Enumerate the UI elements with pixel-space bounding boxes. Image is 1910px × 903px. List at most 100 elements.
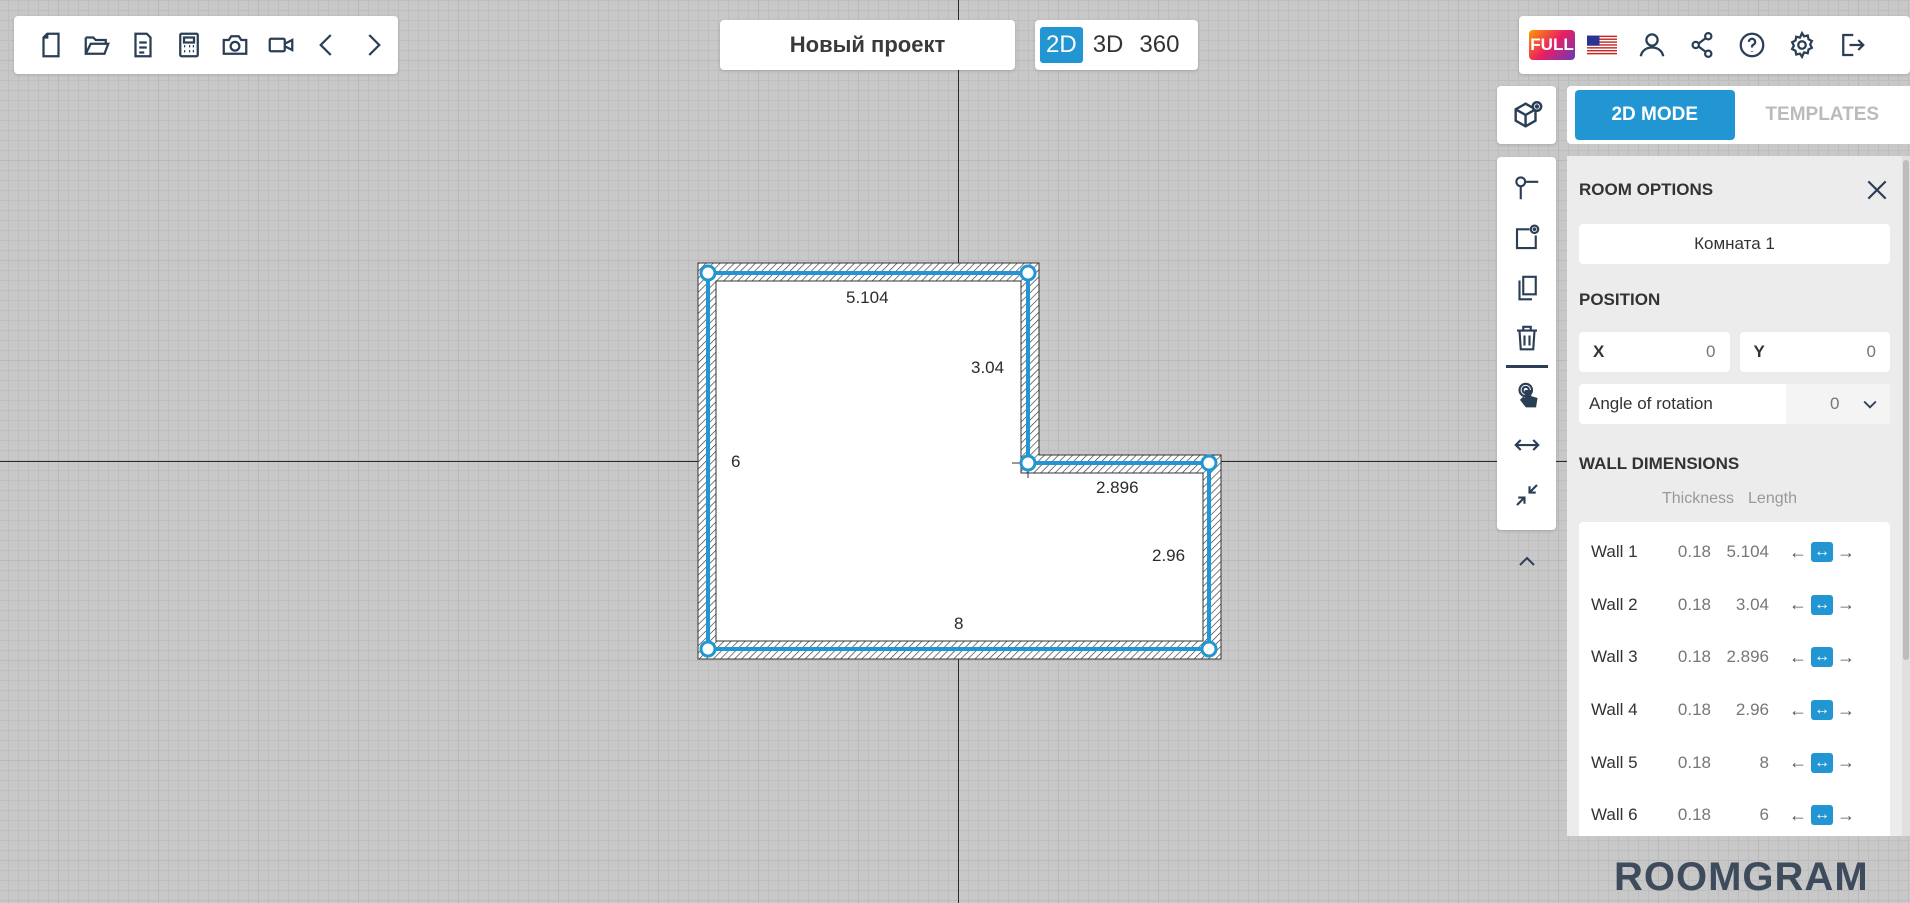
arrow-left-icon[interactable]: ←: [1789, 542, 1807, 563]
corner-handle: [1200, 454, 1218, 472]
copy-icon[interactable]: [1502, 263, 1552, 313]
wall-thickness[interactable]: 0.18: [1665, 647, 1711, 667]
roomgram-logo: ROOMGRAM: [1614, 857, 1869, 897]
chevron-up-icon[interactable]: [1513, 548, 1541, 576]
panel-tabs: 2D MODE TEMPLATES: [1567, 86, 1910, 144]
arrow-both-icon[interactable]: ↔: [1811, 805, 1833, 826]
wall-row: Wall 4 0.18 2.96 ← ↔ →: [1579, 684, 1890, 737]
wall-name: Wall 6: [1591, 805, 1638, 825]
room-tools-panel: [1497, 157, 1556, 530]
arrow-both-icon[interactable]: ↔: [1811, 542, 1833, 563]
wall-thickness[interactable]: 0.18: [1665, 542, 1711, 562]
room-options-panel: ROOM OPTIONS Комната 1 POSITION X 0 Y 0 …: [1567, 156, 1902, 836]
arrow-left-icon[interactable]: ←: [1789, 805, 1807, 826]
mode-3d-button[interactable]: 3D: [1087, 27, 1130, 63]
panel-scrollbar-thumb[interactable]: [1903, 160, 1909, 660]
y-value[interactable]: 0: [1867, 342, 1876, 362]
wall-row: Wall 2 0.18 3.04 ← ↔ →: [1579, 579, 1890, 632]
angle-value: 0: [1830, 394, 1840, 413]
arrow-both-icon[interactable]: ↔: [1811, 594, 1833, 615]
arrow-right-icon[interactable]: →: [1837, 647, 1855, 668]
tab-2d-mode[interactable]: 2D MODE: [1575, 90, 1735, 140]
wall-length[interactable]: 6: [1711, 805, 1769, 825]
x-position-field[interactable]: X 0: [1579, 332, 1730, 372]
document-icon[interactable]: [120, 22, 166, 68]
wall-length[interactable]: 2.96: [1711, 700, 1769, 720]
account-toolbar: FULL: [1519, 16, 1910, 74]
angle-label: Angle of rotation: [1589, 394, 1713, 413]
add-object-tool[interactable]: [1497, 86, 1556, 144]
add-element-icon[interactable]: [1502, 213, 1552, 263]
arrow-both-icon[interactable]: ↔: [1811, 647, 1833, 668]
wall-thickness[interactable]: 0.18: [1665, 805, 1711, 825]
user-icon[interactable]: [1627, 22, 1677, 68]
length-header: Length: [1748, 490, 1797, 507]
angle-of-rotation-row: Angle of rotation 0: [1579, 384, 1890, 424]
wall-name: Wall 1: [1591, 542, 1638, 562]
position-title: POSITION: [1579, 290, 1661, 309]
wall-thickness[interactable]: 0.18: [1665, 595, 1711, 615]
wall-thickness[interactable]: 0.18: [1665, 700, 1711, 720]
wall-name: Wall 4: [1591, 700, 1638, 720]
full-version-button[interactable]: FULL: [1527, 22, 1577, 68]
us-flag-icon[interactable]: [1577, 22, 1627, 68]
logout-icon[interactable]: [1827, 22, 1877, 68]
wall-row: Wall 3 0.18 2.896 ← ↔ →: [1579, 631, 1890, 684]
arrow-right-icon[interactable]: →: [1837, 752, 1855, 773]
arrow-both-icon[interactable]: ↔: [1811, 700, 1833, 721]
dimension-right: 2.96: [1152, 546, 1186, 565]
arrow-left-icon[interactable]: ←: [1789, 700, 1807, 721]
camera-icon[interactable]: [212, 22, 258, 68]
arrow-right-icon[interactable]: →: [1837, 594, 1855, 615]
wall-row: Wall 1 0.18 5.104 ← ↔ →: [1579, 526, 1890, 579]
arrow-right-icon[interactable]: →: [1837, 542, 1855, 563]
close-icon[interactable]: [1864, 177, 1890, 203]
share-icon[interactable]: [1677, 22, 1727, 68]
corner-handle: [699, 264, 717, 282]
room-name-field[interactable]: Комната 1: [1579, 224, 1890, 264]
wall-thickness[interactable]: 0.18: [1665, 753, 1711, 773]
dimension-top: 5.104: [846, 288, 889, 307]
wall-dimensions-title: WALL DIMENSIONS: [1579, 454, 1740, 473]
file-toolbar: [14, 16, 398, 74]
walls-list: Wall 1 0.18 5.104 ← ↔ → Wall 2 0.18 3.04 ←…: [1579, 522, 1890, 836]
wall-length[interactable]: 2.896: [1711, 647, 1769, 667]
video-icon[interactable]: [258, 22, 304, 68]
arrow-right-icon[interactable]: →: [1837, 700, 1855, 721]
trash-icon[interactable]: [1502, 313, 1552, 363]
undo-icon[interactable]: [304, 22, 350, 68]
wall-row: Wall 5 0.18 8 ← ↔ →: [1579, 736, 1890, 789]
calculator-icon[interactable]: [166, 22, 212, 68]
project-title[interactable]: Новый проект: [720, 20, 1015, 70]
arrow-left-icon[interactable]: ←: [1789, 752, 1807, 773]
redo-icon[interactable]: [350, 22, 396, 68]
dimension-inner-horizontal: 2.896: [1096, 478, 1139, 497]
x-value[interactable]: 0: [1706, 342, 1715, 362]
corner-handle: [1200, 640, 1218, 658]
mode-360-button[interactable]: 360: [1133, 27, 1185, 63]
mode-2d-button[interactable]: 2D: [1040, 27, 1083, 63]
logo-text: ROOMGRAM: [1614, 857, 1869, 897]
y-label: Y: [1753, 342, 1765, 361]
y-position-field[interactable]: Y 0: [1739, 332, 1890, 372]
draw-wall-icon[interactable]: [1502, 163, 1552, 213]
new-file-icon[interactable]: [28, 22, 74, 68]
arrow-right-icon[interactable]: →: [1837, 805, 1855, 826]
help-icon[interactable]: [1727, 22, 1777, 68]
arrow-left-icon[interactable]: ←: [1789, 647, 1807, 668]
wall-length[interactable]: 8: [1711, 753, 1769, 773]
dimension-inner-vertical: 3.04: [971, 358, 1005, 377]
angle-select[interactable]: 0: [1786, 384, 1890, 424]
wall-length[interactable]: 3.04: [1711, 595, 1769, 615]
corner-handle: [1019, 454, 1037, 472]
arrow-left-icon[interactable]: ←: [1789, 594, 1807, 615]
open-folder-icon[interactable]: [74, 22, 120, 68]
tab-templates[interactable]: TEMPLATES: [1743, 90, 1903, 140]
arrow-both-icon[interactable]: ↔: [1811, 752, 1833, 773]
settings-icon[interactable]: [1777, 22, 1827, 68]
corner-handle: [1019, 264, 1037, 282]
touch-select-icon[interactable]: [1502, 370, 1552, 420]
measure-icon[interactable]: [1502, 420, 1552, 470]
collapse-icon[interactable]: [1502, 470, 1552, 520]
wall-length[interactable]: 5.104: [1711, 542, 1769, 562]
